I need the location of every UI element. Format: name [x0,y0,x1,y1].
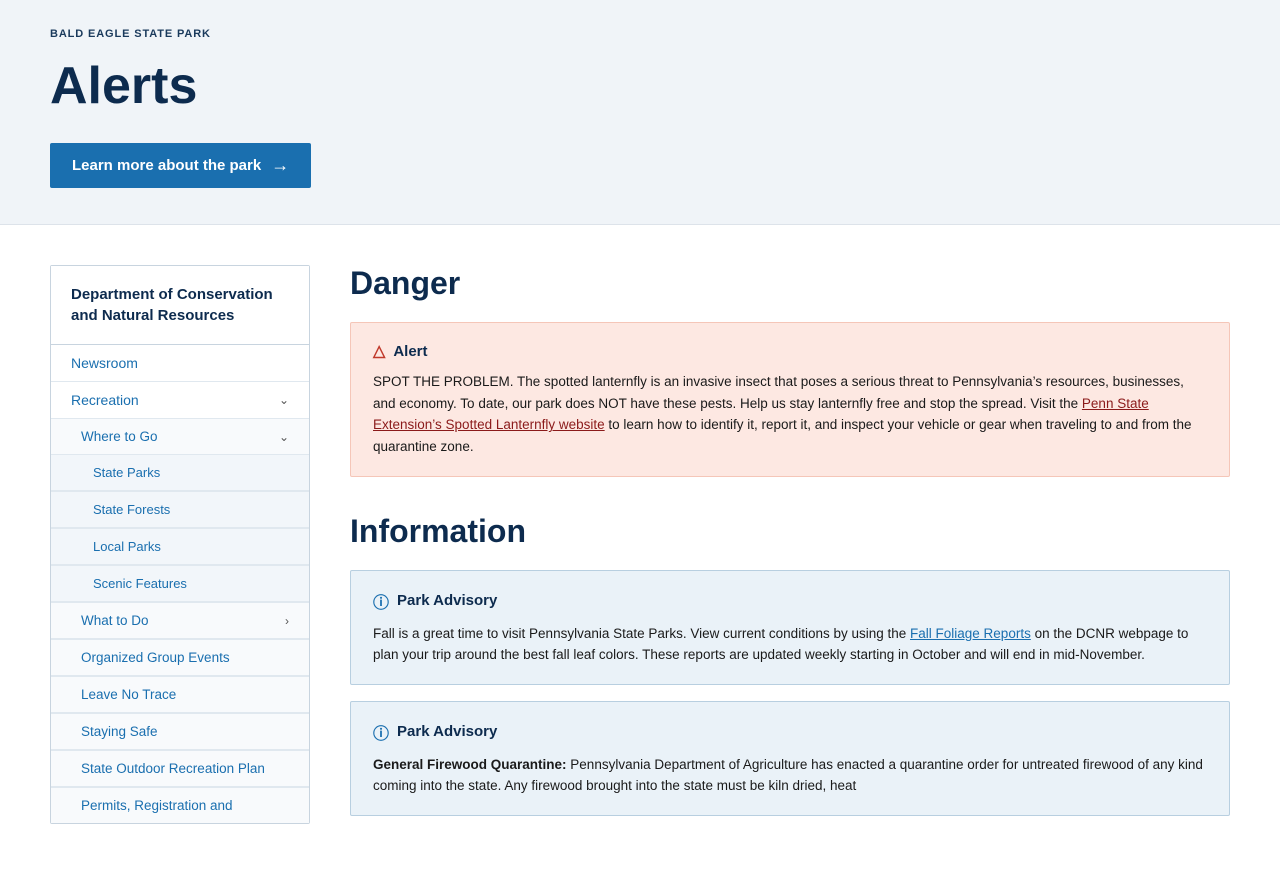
learn-more-button[interactable]: Learn more about the park → [50,143,311,188]
chevron-down-icon: ⌄ [279,393,289,407]
sidebar-item-state-outdoor-recreation-plan: State Outdoor Recreation Plan [51,750,309,787]
sidebar-label-leave-no-trace: Leave No Trace [81,687,176,702]
sidebar-link-what-to-do[interactable]: What to Do › [51,603,309,638]
sidebar-link-scenic-features[interactable]: Scenic Features [51,566,309,601]
sidebar-subnav-recreation: Where to Go ⌄ State Parks [51,418,309,823]
sidebar-link-state-forests[interactable]: State Forests [51,492,309,527]
sidebar-label-recreation: Recreation [71,392,139,408]
sidebar-label-state-parks: State Parks [93,465,160,480]
info-circle-icon-1: ⓘ [373,589,389,613]
advisory-box-header-2: ⓘ Park Advisory [373,720,1207,744]
breadcrumb: BALD EAGLE STATE PARK [50,28,1230,40]
main-layout: Department of Conservation and Natural R… [0,225,1280,872]
chevron-down-icon-where: ⌄ [279,430,289,444]
sidebar-label-scenic-features: Scenic Features [93,576,187,591]
advisory2-bold-text: General Firewood Quarantine: [373,757,567,772]
sidebar-link-state-outdoor-recreation-plan[interactable]: State Outdoor Recreation Plan [51,751,309,786]
learn-more-label: Learn more about the park [72,157,261,174]
sidebar-link-where-to-go[interactable]: Where to Go ⌄ [51,419,309,454]
sidebar-item-organized-group-events: Organized Group Events [51,639,309,676]
sidebar-item-scenic-features: Scenic Features [51,565,309,601]
sidebar-item-newsroom: Newsroom [51,345,309,382]
alert-label: Alert [393,343,427,360]
sidebar-item-permits-registration: Permits, Registration and [51,787,309,823]
sidebar-link-newsroom[interactable]: Newsroom [51,345,309,381]
sidebar-title: Department of Conservation and Natural R… [51,266,309,345]
sidebar-nav: Newsroom Recreation ⌄ Where to Go ⌄ [51,345,309,823]
sidebar-link-recreation[interactable]: Recreation ⌄ [51,382,309,418]
alert-box-header: △ Alert [373,341,1207,361]
sidebar-item-where-to-go: Where to Go ⌄ State Parks [51,418,309,602]
sidebar-label-where-to-go: Where to Go [81,429,158,444]
arrow-icon: → [271,155,289,176]
information-heading: Information [350,513,1230,550]
sidebar-item-state-forests: State Forests [51,491,309,528]
sidebar-label-organized-group-events: Organized Group Events [81,650,230,665]
page-title: Alerts [50,58,1230,115]
sidebar-item-staying-safe: Staying Safe [51,713,309,750]
sidebar-subsubnav-where-to-go: State Parks State Forests Local Park [51,454,309,601]
advisory-box-body-2: General Firewood Quarantine: Pennsylvani… [373,754,1207,797]
advisory-box-header-1: ⓘ Park Advisory [373,589,1207,613]
sidebar-link-state-parks[interactable]: State Parks [51,455,309,490]
sidebar-link-organized-group-events[interactable]: Organized Group Events [51,640,309,675]
sidebar-label-state-forests: State Forests [93,502,170,517]
sidebar-item-leave-no-trace: Leave No Trace [51,676,309,713]
sidebar-label-permits-registration: Permits, Registration and [81,798,233,813]
alert-text-before-link: SPOT THE PROBLEM. The spotted lanternfly… [373,374,1184,411]
advisory-label-1: Park Advisory [397,592,497,609]
sidebar-link-permits-registration[interactable]: Permits, Registration and [51,788,309,823]
warning-triangle-icon: △ [373,341,385,361]
sidebar: Department of Conservation and Natural R… [50,265,310,824]
alert-box-body: SPOT THE PROBLEM. The spotted lanternfly… [373,371,1207,457]
sidebar-item-local-parks: Local Parks [51,528,309,565]
advisory-box-2: ⓘ Park Advisory General Firewood Quarant… [350,701,1230,816]
alert-box: △ Alert SPOT THE PROBLEM. The spotted la… [350,322,1230,476]
sidebar-item-what-to-do: What to Do › [51,602,309,639]
sidebar-item-recreation: Recreation ⌄ Where to Go ⌄ [51,382,309,823]
advisory-box-1: ⓘ Park Advisory Fall is a great time to … [350,570,1230,685]
sidebar-label-local-parks: Local Parks [93,539,161,554]
sidebar-link-local-parks[interactable]: Local Parks [51,529,309,564]
advisory1-text-before-link: Fall is a great time to visit Pennsylvan… [373,626,910,641]
advisory-label-2: Park Advisory [397,723,497,740]
sidebar-item-state-parks: State Parks [51,454,309,491]
advisory1-link[interactable]: Fall Foliage Reports [910,626,1031,641]
content-area: Danger △ Alert SPOT THE PROBLEM. The spo… [350,265,1230,832]
header-section: BALD EAGLE STATE PARK Alerts Learn more … [0,0,1280,225]
sidebar-link-staying-safe[interactable]: Staying Safe [51,714,309,749]
danger-heading: Danger [350,265,1230,302]
info-circle-icon-2: ⓘ [373,720,389,744]
sidebar-label-staying-safe: Staying Safe [81,724,158,739]
sidebar-label-state-outdoor-recreation-plan: State Outdoor Recreation Plan [81,761,265,776]
sidebar-label-what-to-do: What to Do [81,613,149,628]
sidebar-link-leave-no-trace[interactable]: Leave No Trace [51,677,309,712]
chevron-right-icon-what: › [285,614,289,628]
sidebar-label-newsroom: Newsroom [71,355,138,371]
advisory-box-body-1: Fall is a great time to visit Pennsylvan… [373,623,1207,666]
